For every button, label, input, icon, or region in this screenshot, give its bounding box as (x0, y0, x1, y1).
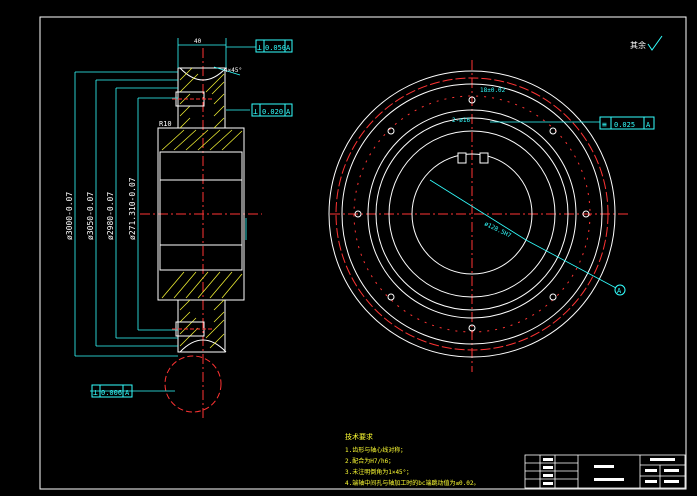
svg-text:A: A (617, 287, 622, 295)
roughness-icon (647, 35, 663, 51)
svg-text:0.025: 0.025 (614, 121, 635, 129)
dim-slot: 4×45° (224, 67, 242, 74)
dim-d-271: ø271.310-0.07 (128, 177, 137, 240)
svg-text:1.齿形与轴心线对称；: 1.齿形与轴心线对称； (345, 446, 406, 454)
svg-text:技术要求: 技术要求 (345, 432, 373, 441)
technical-notes: 技术要求 1.齿形与轴心线对称； 2.配合为H7/h6； 3.未注明倒角为1×4… (345, 432, 480, 487)
dim-holes: 2-ø16 (452, 117, 470, 124)
svg-text:0.050: 0.050 (265, 44, 286, 52)
roughness-label: 其余 (630, 40, 646, 50)
svg-text:3.未注明倒角为1×45°；: 3.未注明倒角为1×45°； (345, 468, 412, 476)
svg-text:2.配合为H7/h6；: 2.配合为H7/h6； (345, 457, 394, 465)
dim-d-298: ø2980-0.07 (106, 192, 115, 240)
dim-top-width: 40 (194, 38, 202, 45)
svg-text:A: A (646, 121, 651, 129)
dim-front-keyway: 18±0.02 (480, 87, 506, 94)
front-view: A (328, 60, 630, 372)
svg-text:0.020: 0.020 (262, 108, 283, 116)
dim-r10: R10 (159, 120, 172, 128)
drawing-svg: ⊥ 0.050 A ⊥ 0.020 A ⊥ 0.006 A ø3000-0.07… (39, 16, 687, 490)
tooth-pitch-arc (164, 355, 222, 413)
svg-text:A: A (125, 389, 130, 397)
dim-d-305: ø3050-0.07 (86, 192, 95, 240)
svg-text:A: A (286, 44, 291, 52)
tolerance-frame-2: ⊥ 0.020 A (251, 103, 293, 117)
tolerance-frame-1: ⊥ 0.050 A (255, 39, 293, 53)
svg-text:0.006: 0.006 (101, 389, 122, 397)
section-view (140, 48, 262, 420)
svg-text:4.端轴中间孔与轴加工时的bc端跳动值为≤0.02。: 4.端轴中间孔与轴加工时的bc端跳动值为≤0.02。 (345, 479, 480, 487)
svg-text:⊥: ⊥ (257, 43, 262, 52)
svg-text:⊥: ⊥ (253, 107, 258, 116)
svg-text:≡: ≡ (602, 120, 607, 129)
cad-drawing-canvas[interactable]: ⊥ 0.050 A ⊥ 0.020 A ⊥ 0.006 A ø3000-0.07… (0, 0, 697, 496)
svg-text:⊥: ⊥ (93, 388, 98, 397)
dim-front-bore: ø128.5H7 (483, 221, 512, 240)
title-block (524, 454, 686, 489)
svg-text:A: A (286, 108, 291, 116)
dim-d-outer: ø3000-0.07 (65, 192, 74, 240)
